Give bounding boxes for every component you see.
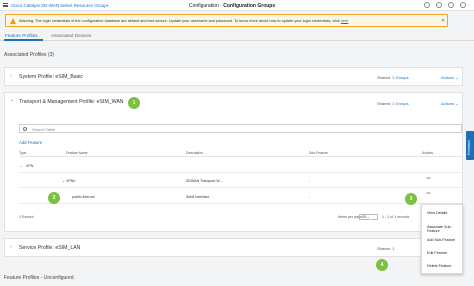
page-title: Configuration Groups: [223, 2, 276, 9]
cloud-icon[interactable]: [424, 2, 430, 8]
more-actions-icon[interactable]: ···: [426, 176, 431, 182]
actions-label: Actions: [441, 75, 455, 80]
feature-description: SDWAN Transport W...: [186, 179, 223, 183]
profile-name: Transport & Management Profile: eSIM_WAN: [19, 99, 124, 105]
profile-name: Service Profile: eSIM_LAN: [19, 245, 81, 251]
active-tab-indicator: [4, 39, 43, 41]
chevron-down-icon: ⌄: [455, 101, 459, 106]
shared-label: Shared:: [377, 101, 392, 106]
search-icon: [23, 127, 27, 131]
warning-icon: [10, 18, 16, 24]
callout-4: 4: [376, 259, 388, 271]
actions-dropdown[interactable]: Actions ⌄: [441, 75, 459, 80]
chevron-down-icon: ⌄: [366, 215, 370, 219]
record-count: 1 Record: [19, 215, 34, 219]
records-range: 1 - 1 of 1 records: [382, 215, 410, 219]
more-actions-icon[interactable]: ···: [426, 191, 431, 197]
breadcrumb-section[interactable]: Configuration: [189, 3, 219, 9]
items-per-page-value: 25: [362, 215, 366, 219]
actions-dropdown[interactable]: Actions ⌄: [441, 101, 459, 106]
sub-feature: -: [309, 179, 311, 183]
shared-label: Shared:: [377, 246, 392, 251]
sub-feature: -: [309, 195, 311, 199]
warning-banner: Warning: The login credentials of the co…: [5, 14, 448, 27]
profile-name: System Profile: eSIM_Basic: [19, 74, 84, 80]
menu-item-add-sub-feature[interactable]: Add Sub-Feature: [427, 238, 455, 242]
brand-name: Cisco Catalyst SD-WAN: [11, 3, 60, 8]
callout-1: 1: [128, 97, 140, 109]
column-header-feature-name[interactable]: Feature Name: [66, 151, 88, 155]
table-row[interactable]: public-internet WAN Interface - ···: [19, 190, 462, 204]
breadcrumb-separator: ·: [220, 2, 222, 9]
menu-item-associate-sub-feature[interactable]: Associate Sub-Feature: [427, 225, 462, 233]
items-per-page-select[interactable]: 25 ⌄: [359, 214, 378, 220]
feature-name: public-internet: [72, 195, 95, 199]
search-input[interactable]: Search Table: [32, 127, 55, 132]
table-group-row[interactable]: ⌄ VPN: [19, 160, 462, 173]
column-header-actions: Actions: [422, 151, 434, 155]
shared-groups-link[interactable]: Groups: [396, 75, 409, 80]
chevron-down-icon[interactable]: ⌄: [62, 179, 65, 183]
callout-2: 2: [48, 192, 60, 204]
search-table[interactable]: Search Table: [19, 124, 462, 133]
shared-groups: Shared: 1: [377, 246, 394, 251]
hamburger-menu-icon[interactable]: [3, 3, 8, 7]
shared-count-link[interactable]: 1: [392, 101, 394, 106]
tab-bar: Feature Profiles Associated Devices: [0, 30, 474, 41]
chevron-right-icon[interactable]: ›: [10, 244, 12, 250]
help-icon[interactable]: [448, 2, 454, 8]
breadcrumb: Configuration · Configuration Groups: [189, 3, 275, 9]
warning-link[interactable]: here: [341, 19, 349, 23]
chevron-right-icon[interactable]: ›: [10, 73, 12, 79]
menu-item-edit-feature[interactable]: Edit Feature: [427, 251, 447, 255]
shared-groups: Shared: 1 Groups: [377, 101, 409, 106]
add-feature-link[interactable]: Add Feature: [19, 140, 42, 145]
column-header-description[interactable]: Description: [186, 151, 203, 155]
menu-item-delete-feature[interactable]: Delete Feature: [427, 264, 451, 268]
associated-profiles-title: Associated Profiles (3): [4, 52, 55, 58]
actions-label: Actions: [441, 101, 455, 106]
bell-icon[interactable]: [436, 2, 442, 8]
chevron-down-icon[interactable]: ⌄: [20, 164, 23, 168]
shared-groups: Shared: 1 Groups: [377, 75, 409, 80]
tab-associated-devices[interactable]: Associated Devices: [51, 33, 91, 38]
resource-group-selector[interactable]: Select Resource Group•: [60, 3, 108, 8]
warning-text: Warning: The login credentials of the co…: [19, 19, 348, 23]
menu-item-view-details[interactable]: View Details: [427, 211, 447, 215]
callout-3: 3: [405, 193, 417, 205]
shared-label: Shared:: [377, 75, 392, 80]
shared-count-link[interactable]: 1: [392, 246, 394, 251]
unconfigured-title: Feature Profiles - Unconfigured: [4, 275, 74, 281]
table-row[interactable]: ⌄ VPN0 SDWAN Transport W... - ···: [19, 175, 462, 188]
chevron-down-icon[interactable]: ⌄: [10, 97, 14, 103]
column-header-sub-feature[interactable]: Sub-Feature: [309, 151, 328, 155]
user-icon[interactable]: [460, 2, 466, 8]
shared-count-link[interactable]: 1: [392, 75, 394, 80]
row-actions-menu: View Details Associate Sub-Feature Add S…: [421, 204, 463, 274]
feature-name: VPN0: [66, 179, 76, 183]
chevron-down-icon: ⌄: [455, 75, 459, 80]
column-header-type[interactable]: Type: [19, 151, 26, 155]
profile-card-service[interactable]: › Service Profile: eSIM_LAN Shared: 1: [4, 238, 463, 257]
close-icon[interactable]: ✕: [441, 18, 445, 24]
feature-description: WAN Interface: [186, 195, 210, 199]
tab-feature-profiles[interactable]: Feature Profiles: [5, 33, 37, 38]
warning-message: Warning: The login credentials of the co…: [19, 18, 340, 23]
group-label: VPN: [26, 164, 34, 168]
top-bar: Cisco Catalyst SD-WAN Select Resource Gr…: [0, 0, 474, 11]
profile-card-system[interactable]: › System Profile: eSIM_Basic Shared: 1 G…: [4, 67, 463, 86]
table-header: Type Feature Name Description Sub-Featur…: [19, 150, 462, 157]
shared-groups-link[interactable]: Groups: [396, 101, 409, 106]
feedback-label: Feedback: [467, 140, 471, 155]
